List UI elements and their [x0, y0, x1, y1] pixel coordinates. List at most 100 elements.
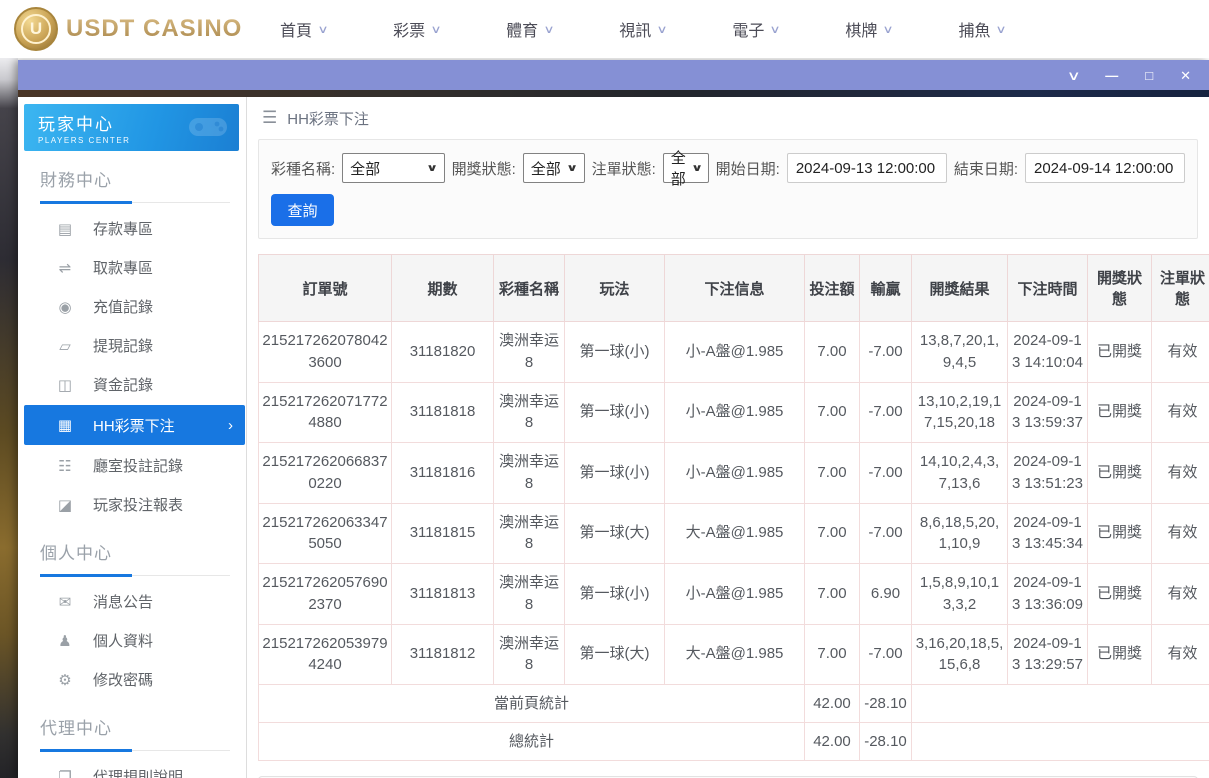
sidebar-item[interactable]: ❐代理規則說明	[18, 757, 246, 778]
sidebar-item-label: 消息公告	[93, 591, 153, 612]
column-header: 下注信息	[665, 255, 805, 322]
summary-empty	[912, 723, 1209, 761]
chevron-down-icon: ∨	[426, 163, 438, 174]
sidebar-item[interactable]: ⇌取款專區	[18, 248, 246, 287]
sidebar-section-title: 財務中心	[40, 166, 246, 191]
hamburger-icon[interactable]: ☰	[262, 108, 277, 128]
person-icon: ♟	[54, 632, 76, 650]
window-titlebar: ∨ — □ ✕	[18, 60, 1209, 90]
nav-item-3[interactable]: 視訊∨	[619, 17, 666, 41]
deposit-card-icon: ▤	[54, 220, 76, 238]
cell: 2152172620576902370	[259, 564, 392, 625]
cell: 3,16,20,18,5,15,6,8	[912, 624, 1008, 685]
top-navigation: U USDT CASINO 首頁∨彩票∨體育∨視訊∨電子∨棋牌∨捕魚∨	[0, 0, 1209, 58]
cell: 7.00	[805, 382, 860, 443]
cell: 14,10,2,4,3,7,13,6	[912, 443, 1008, 504]
nav-item-label: 電子	[732, 17, 764, 41]
cell: 31181820	[392, 322, 494, 383]
cell: 已開獎	[1088, 443, 1152, 504]
window-close-icon[interactable]: ✕	[1180, 69, 1191, 82]
sidebar-item-label: 玩家投注報表	[93, 494, 183, 515]
table-row: 215217262057690237031181813澳洲幸运8第一球(小)小-…	[259, 564, 1209, 625]
logo-text: USDT CASINO	[66, 15, 242, 43]
cell: 小-A盤@1.985	[665, 322, 805, 383]
cell: 2024-09-13 14:10:04	[1008, 322, 1088, 383]
column-header: 注單狀態	[1152, 255, 1209, 322]
sidebar-item[interactable]: ♟個人資料	[18, 621, 246, 660]
chevron-down-icon: ∨	[770, 23, 781, 36]
cell: 31181816	[392, 443, 494, 504]
summary-label: 當前頁統計	[259, 685, 805, 723]
chevron-down-icon: ∨	[691, 163, 703, 174]
breadcrumb: ☰ HH彩票下注	[258, 97, 1198, 139]
window-maximize-icon[interactable]: □	[1145, 69, 1153, 82]
cell: 已開獎	[1088, 322, 1152, 383]
sidebar-item[interactable]: ◪玩家投注報表	[18, 485, 246, 524]
cell: 小-A盤@1.985	[665, 382, 805, 443]
nav-item-1[interactable]: 彩票∨	[393, 17, 440, 41]
summary-row: 當前頁統計42.00-28.10	[259, 685, 1209, 723]
sidebar-item[interactable]: ◉充值記錄	[18, 287, 246, 326]
lottery-name-select[interactable]: 全部 ∨	[342, 153, 444, 183]
cell: 13,10,2,19,17,15,20,18	[912, 382, 1008, 443]
chevron-down-icon: ∨	[430, 23, 441, 36]
cell: 2024-09-13 13:59:37	[1008, 382, 1088, 443]
summary-empty	[912, 685, 1209, 723]
sidebar-item[interactable]: ☷廳室投註記錄	[18, 446, 246, 485]
window-collapse-icon[interactable]: ∨	[1066, 69, 1080, 82]
sidebar-item[interactable]: ◫資金記錄	[18, 365, 246, 404]
filter-panel: 彩種名稱: 全部 ∨ 開獎狀態: 全部 ∨ 注單狀態: 全部 ∨	[258, 139, 1198, 239]
nav-item-5[interactable]: 棋牌∨	[845, 17, 892, 41]
table-header-row: 訂單號期數彩種名稱玩法下注信息投注額輸贏開獎結果下注時間開獎狀態注單狀態	[259, 255, 1209, 322]
chevron-down-icon: ∨	[657, 23, 668, 36]
section-underline	[40, 200, 230, 203]
cell: 7.00	[805, 322, 860, 383]
window-minimize-icon[interactable]: —	[1105, 69, 1118, 82]
cell: 第一球(小)	[565, 322, 665, 383]
summary-bet-total: 42.00	[805, 723, 860, 761]
cell: 澳洲幸运8	[494, 503, 565, 564]
search-button[interactable]: 查詢	[271, 194, 334, 226]
summary-winloss-total: -28.10	[860, 723, 912, 761]
coin-logo-icon: U	[14, 7, 58, 51]
sidebar-item[interactable]: ▱提現記錄	[18, 326, 246, 365]
chevron-down-icon: ∨	[317, 23, 328, 36]
chevron-down-icon: ∨	[883, 23, 894, 36]
site-logo[interactable]: U USDT CASINO	[14, 7, 254, 51]
cell: -7.00	[860, 443, 912, 504]
players-center-window: ∨ — □ ✕ 玩家中心 PLAYERS CENTER 財	[18, 60, 1209, 778]
chevron-down-icon: ∨	[544, 23, 555, 36]
sidebar-item[interactable]: ⚙修改密碼	[18, 660, 246, 699]
summary-label: 總統計	[259, 723, 805, 761]
cell: 第一球(小)	[565, 564, 665, 625]
column-header: 開獎結果	[912, 255, 1008, 322]
sidebar-item[interactable]: ✉消息公告	[18, 582, 246, 621]
decorative-divider	[18, 90, 1209, 97]
nav-item-label: 捕魚	[958, 17, 990, 41]
draw-status-select[interactable]: 全部 ∨	[523, 153, 585, 183]
sidebar-item[interactable]: ▤ 存款專區	[18, 209, 246, 248]
start-date-input[interactable]	[787, 153, 947, 183]
cell: 澳洲幸运8	[494, 382, 565, 443]
end-date-label: 結束日期:	[954, 158, 1018, 179]
cell: 有效	[1152, 503, 1209, 564]
nav-item-2[interactable]: 體育∨	[506, 17, 553, 41]
cell: 2152172620717724880	[259, 382, 392, 443]
column-header: 投注額	[805, 255, 860, 322]
sidebar-item-label: 存款專區	[93, 218, 153, 239]
sidebar-item[interactable]: ▦HH彩票下注›	[24, 405, 245, 445]
sidebar-section-title: 個人中心	[40, 539, 246, 564]
cell: 有效	[1152, 322, 1209, 383]
nav-item-6[interactable]: 捕魚∨	[958, 17, 1005, 41]
table-row: 215217262053979424031181812澳洲幸运8第一球(大)大-…	[259, 624, 1209, 685]
cell: 2024-09-13 13:45:34	[1008, 503, 1088, 564]
end-date-input[interactable]	[1025, 153, 1185, 183]
nav-item-0[interactable]: 首頁∨	[280, 17, 327, 41]
column-header: 期數	[392, 255, 494, 322]
cell: 1,5,8,9,10,13,3,2	[912, 564, 1008, 625]
cell: 2024-09-13 13:36:09	[1008, 564, 1088, 625]
order-status-select[interactable]: 全部 ∨	[663, 153, 709, 183]
summary-row: 總統計42.00-28.10	[259, 723, 1209, 761]
nav-item-4[interactable]: 電子 ∨	[732, 17, 779, 41]
section-underline	[40, 748, 230, 751]
